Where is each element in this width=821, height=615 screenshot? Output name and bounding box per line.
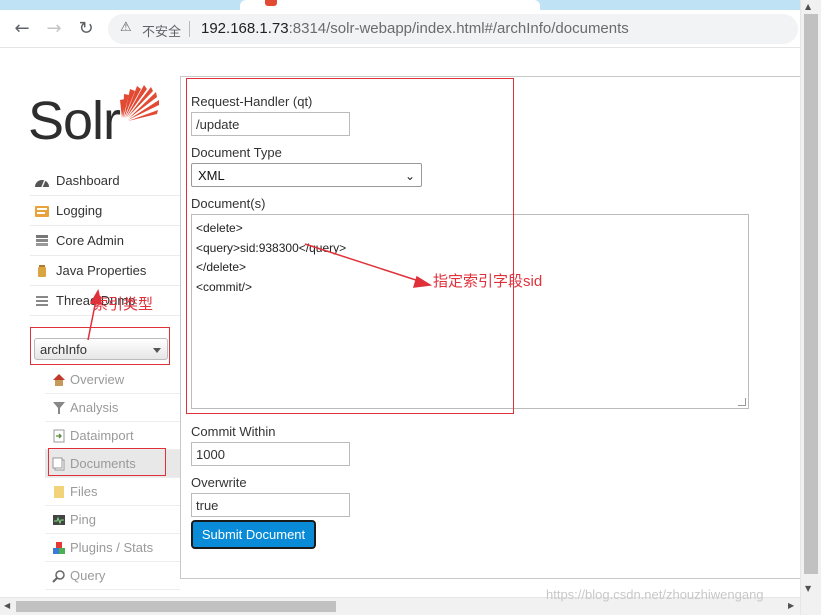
scroll-right-icon[interactable]: ▶ bbox=[788, 601, 794, 610]
scroll-up-icon[interactable]: ▲ bbox=[805, 2, 811, 11]
scroll-down-icon[interactable]: ▼ bbox=[805, 584, 811, 593]
vertical-scroll-thumb[interactable] bbox=[804, 14, 818, 574]
vertical-scrollbar[interactable]: ▲ ▼ bbox=[800, 0, 821, 615]
arrow-line-sid bbox=[304, 243, 423, 283]
index-type-annotation: 索引类型 bbox=[93, 296, 154, 313]
watermark: https://blog.csdn.net/zhouzhiwengang bbox=[546, 587, 764, 602]
scroll-left-icon[interactable]: ◀ bbox=[4, 601, 10, 610]
arrowhead-sid bbox=[412, 275, 433, 288]
sid-annotation: 指定索引字段sid bbox=[433, 273, 543, 290]
horizontal-scroll-thumb[interactable] bbox=[16, 601, 336, 612]
